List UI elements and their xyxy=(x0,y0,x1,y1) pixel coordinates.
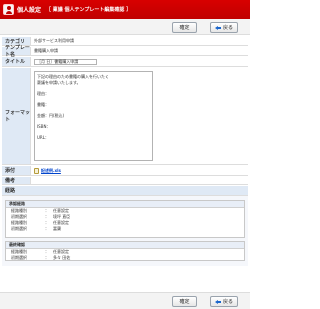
attachment-filename: 記述例.xls xyxy=(41,167,61,173)
confirm-button-bottom[interactable]: 確定 xyxy=(172,296,197,307)
back-arrow-icon xyxy=(214,25,221,30)
attachment-link[interactable]: 記述例.xls xyxy=(34,167,61,174)
route-header: 経路 xyxy=(2,186,248,196)
format-line: URL： xyxy=(37,135,49,140)
title-field: ［月 日］書籍購入申請 xyxy=(34,58,97,65)
category-row: カテゴリ 外部サービス利用申請 xyxy=(2,37,248,46)
remarks-value xyxy=(30,177,248,184)
page-subtitle: ［ 稟議 個人テンプレート編集確認 ］ xyxy=(46,7,132,13)
attachment-value-cell: 記述例.xls xyxy=(30,166,248,175)
confirm-button-top[interactable]: 確定 xyxy=(172,22,197,33)
title-bar: 個人設定 ［ 稟議 個人テンプレート編集確認 ］ xyxy=(0,0,250,19)
route-row: 初期選択 ： 多々 田佐 xyxy=(11,255,71,260)
back-button-top[interactable]: 戻る xyxy=(210,22,238,33)
format-label: フォーマット xyxy=(2,68,30,164)
remarks-label: 備考 xyxy=(2,177,30,184)
title-value-cell: ［月 日］書籍購入申請 xyxy=(30,57,248,66)
back-arrow-icon xyxy=(214,299,221,304)
back-button-bottom[interactable]: 戻る xyxy=(210,296,238,307)
route-key: 初期選択 xyxy=(11,255,27,260)
confirm-button-label: 確定 xyxy=(179,25,190,31)
approval-route-title: 承認経路 xyxy=(6,201,244,208)
page-title: 個人設定 xyxy=(17,7,42,14)
route-row: 初期選択 ： 冨蘭 xyxy=(11,226,61,231)
bottom-toolbar: 確定 戻る xyxy=(0,292,250,309)
title-row: タイトル ［月 日］書籍購入申請 xyxy=(2,57,248,67)
template-name-label: テンプレート名 xyxy=(2,45,30,58)
confirm-button-label: 確定 xyxy=(179,299,190,305)
format-value-cell: 下記の理由のため書籍の購入を行いたく 稟議を申請いたします。 理由： 書籍： 金… xyxy=(30,68,248,164)
route-panel: 承認経路 経路種別 ： 任意設定 初期選択 ： 境坪 直臣 経路種別 ： 任意設… xyxy=(2,196,248,266)
final-route-box: 最終確認 経路種別 ： 任意設定 初期選択 ： 多々 田佐 xyxy=(5,241,245,261)
attachment-label: 添付 xyxy=(2,166,30,175)
approval-route-box: 承認経路 経路種別 ： 任意設定 初期選択 ： 境坪 直臣 経路種別 ： 任意設… xyxy=(5,200,245,238)
window-shell: 個人設定 ［ 稟議 個人テンプレート編集確認 ］ 確定 戻る カテゴリ 外部サー… xyxy=(0,0,250,309)
back-button-label: 戻る xyxy=(222,25,233,31)
category-value: 外部サービス利用申請 xyxy=(30,37,248,45)
user-settings-icon xyxy=(3,4,14,15)
final-route-title: 最終確認 xyxy=(6,242,244,249)
excel-file-icon xyxy=(34,167,39,174)
route-value: 多々 田佐 xyxy=(53,255,71,260)
route-key: 初期選択 xyxy=(11,226,27,231)
remarks-row: 備考 xyxy=(2,177,248,185)
attachment-row: 添付 記述例.xls xyxy=(2,166,248,176)
template-name-value: 書籍購入申請 xyxy=(30,47,248,55)
format-text: 下記の理由のため書籍の購入を行いたく 稟議を申請いたします。 理由： 書籍： 金… xyxy=(34,71,153,161)
back-button-label: 戻る xyxy=(222,299,233,305)
template-name-row: テンプレート名 書籍購入申請 xyxy=(2,45,248,58)
top-toolbar: 確定 戻る xyxy=(0,19,250,35)
format-row: フォーマット 下記の理由のため書籍の購入を行いたく 稟議を申請いたします。 理由… xyxy=(2,68,248,165)
route-value: 冨蘭 xyxy=(53,226,61,231)
title-label: タイトル xyxy=(2,57,30,66)
